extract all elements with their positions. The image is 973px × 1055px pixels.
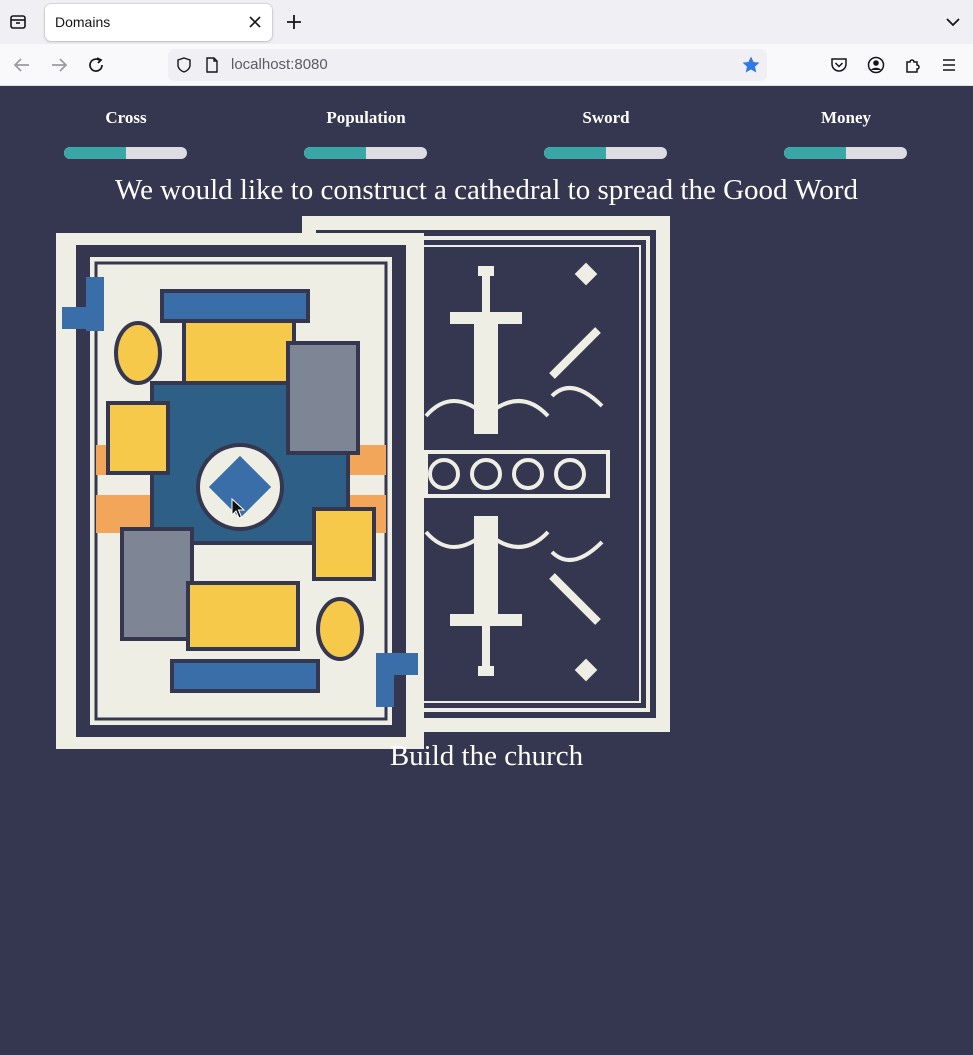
stat-label: Sword <box>582 108 630 127</box>
active-tab[interactable]: Domains <box>45 4 272 41</box>
bookmark-star-icon[interactable] <box>741 55 761 75</box>
mouse-cursor-icon <box>231 498 245 519</box>
extensions-icon[interactable] <box>901 53 925 77</box>
meter-fill <box>64 147 126 159</box>
new-tab-icon[interactable] <box>283 11 305 33</box>
stat-label: Population <box>326 108 406 127</box>
menu-icon[interactable] <box>937 53 961 77</box>
cross-meter <box>64 147 187 159</box>
sword-meter <box>544 147 667 159</box>
stat-label: Money <box>820 108 872 127</box>
meter-fill <box>544 147 606 159</box>
browser-nav-bar: localhost:8080 <box>0 44 973 86</box>
address-bar[interactable]: localhost:8080 <box>168 49 767 81</box>
population-meter <box>304 147 427 159</box>
pocket-icon[interactable] <box>827 53 851 77</box>
chevron-down-icon[interactable] <box>943 12 963 32</box>
event-prompt: We would like to construct a cathedral t… <box>115 174 858 206</box>
tab-title: Domains <box>55 14 111 30</box>
browser-tab-bar: Domains <box>0 0 973 44</box>
url-text: localhost:8080 <box>231 56 328 73</box>
close-tab-icon[interactable] <box>246 13 264 31</box>
money-meter <box>784 147 907 159</box>
page-icon[interactable] <box>204 57 220 73</box>
stat-sword: Sword <box>536 108 676 159</box>
choice-label[interactable]: Build the church <box>0 740 973 773</box>
stat-cross: Cross <box>56 108 196 159</box>
account-icon[interactable] <box>864 53 888 77</box>
reload-icon[interactable] <box>84 53 108 77</box>
meter-fill <box>784 147 846 159</box>
back-icon[interactable] <box>10 53 34 77</box>
stat-money: Money <box>776 108 916 159</box>
jack-card[interactable] <box>56 233 424 749</box>
tab-list-icon[interactable] <box>6 10 30 34</box>
shield-icon[interactable] <box>176 57 192 73</box>
stat-label: Cross <box>105 108 147 127</box>
forward-icon[interactable] <box>47 53 71 77</box>
meter-fill <box>304 147 366 159</box>
stat-population: Population <box>296 108 436 159</box>
